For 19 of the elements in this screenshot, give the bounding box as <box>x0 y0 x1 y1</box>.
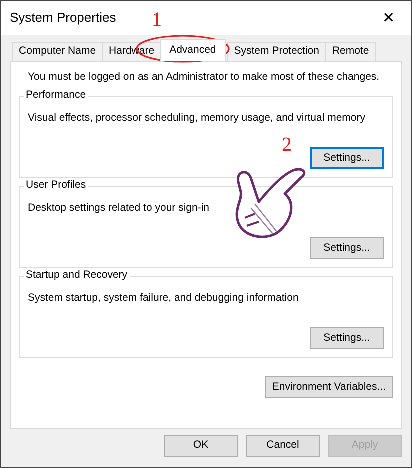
settings-button[interactable]: Settings... <box>310 327 384 350</box>
group-description: Visual effects, processor scheduling, memory usage, and virtual memory <box>28 112 366 126</box>
close-button[interactable]: ✕ <box>367 1 411 35</box>
settings-button[interactable]: Settings... <box>310 147 384 170</box>
tab[interactable]: Advanced <box>160 39 226 61</box>
tab[interactable]: System Protection <box>227 42 326 61</box>
settings-button[interactable]: Settings... <box>310 237 384 260</box>
step-number: 2 <box>282 135 292 155</box>
group-description: System startup, system failure, and debugging information <box>28 292 299 306</box>
environment-variables-button[interactable]: Environment Variables... <box>265 376 393 398</box>
window-title: System Properties <box>10 10 116 26</box>
dialog-button[interactable]: Cancel <box>246 435 320 457</box>
group-description: Desktop settings related to your sign-in <box>28 202 210 216</box>
tab[interactable]: Remote <box>325 42 376 61</box>
notice-text: You must be logged on as an Administrator to make most of these changes. <box>28 71 380 84</box>
dialog-button[interactable]: OK <box>164 435 238 457</box>
step-number: 1 <box>152 10 162 30</box>
group-title: Startup and Recovery <box>24 269 130 282</box>
tab[interactable]: Computer Name <box>12 42 104 61</box>
